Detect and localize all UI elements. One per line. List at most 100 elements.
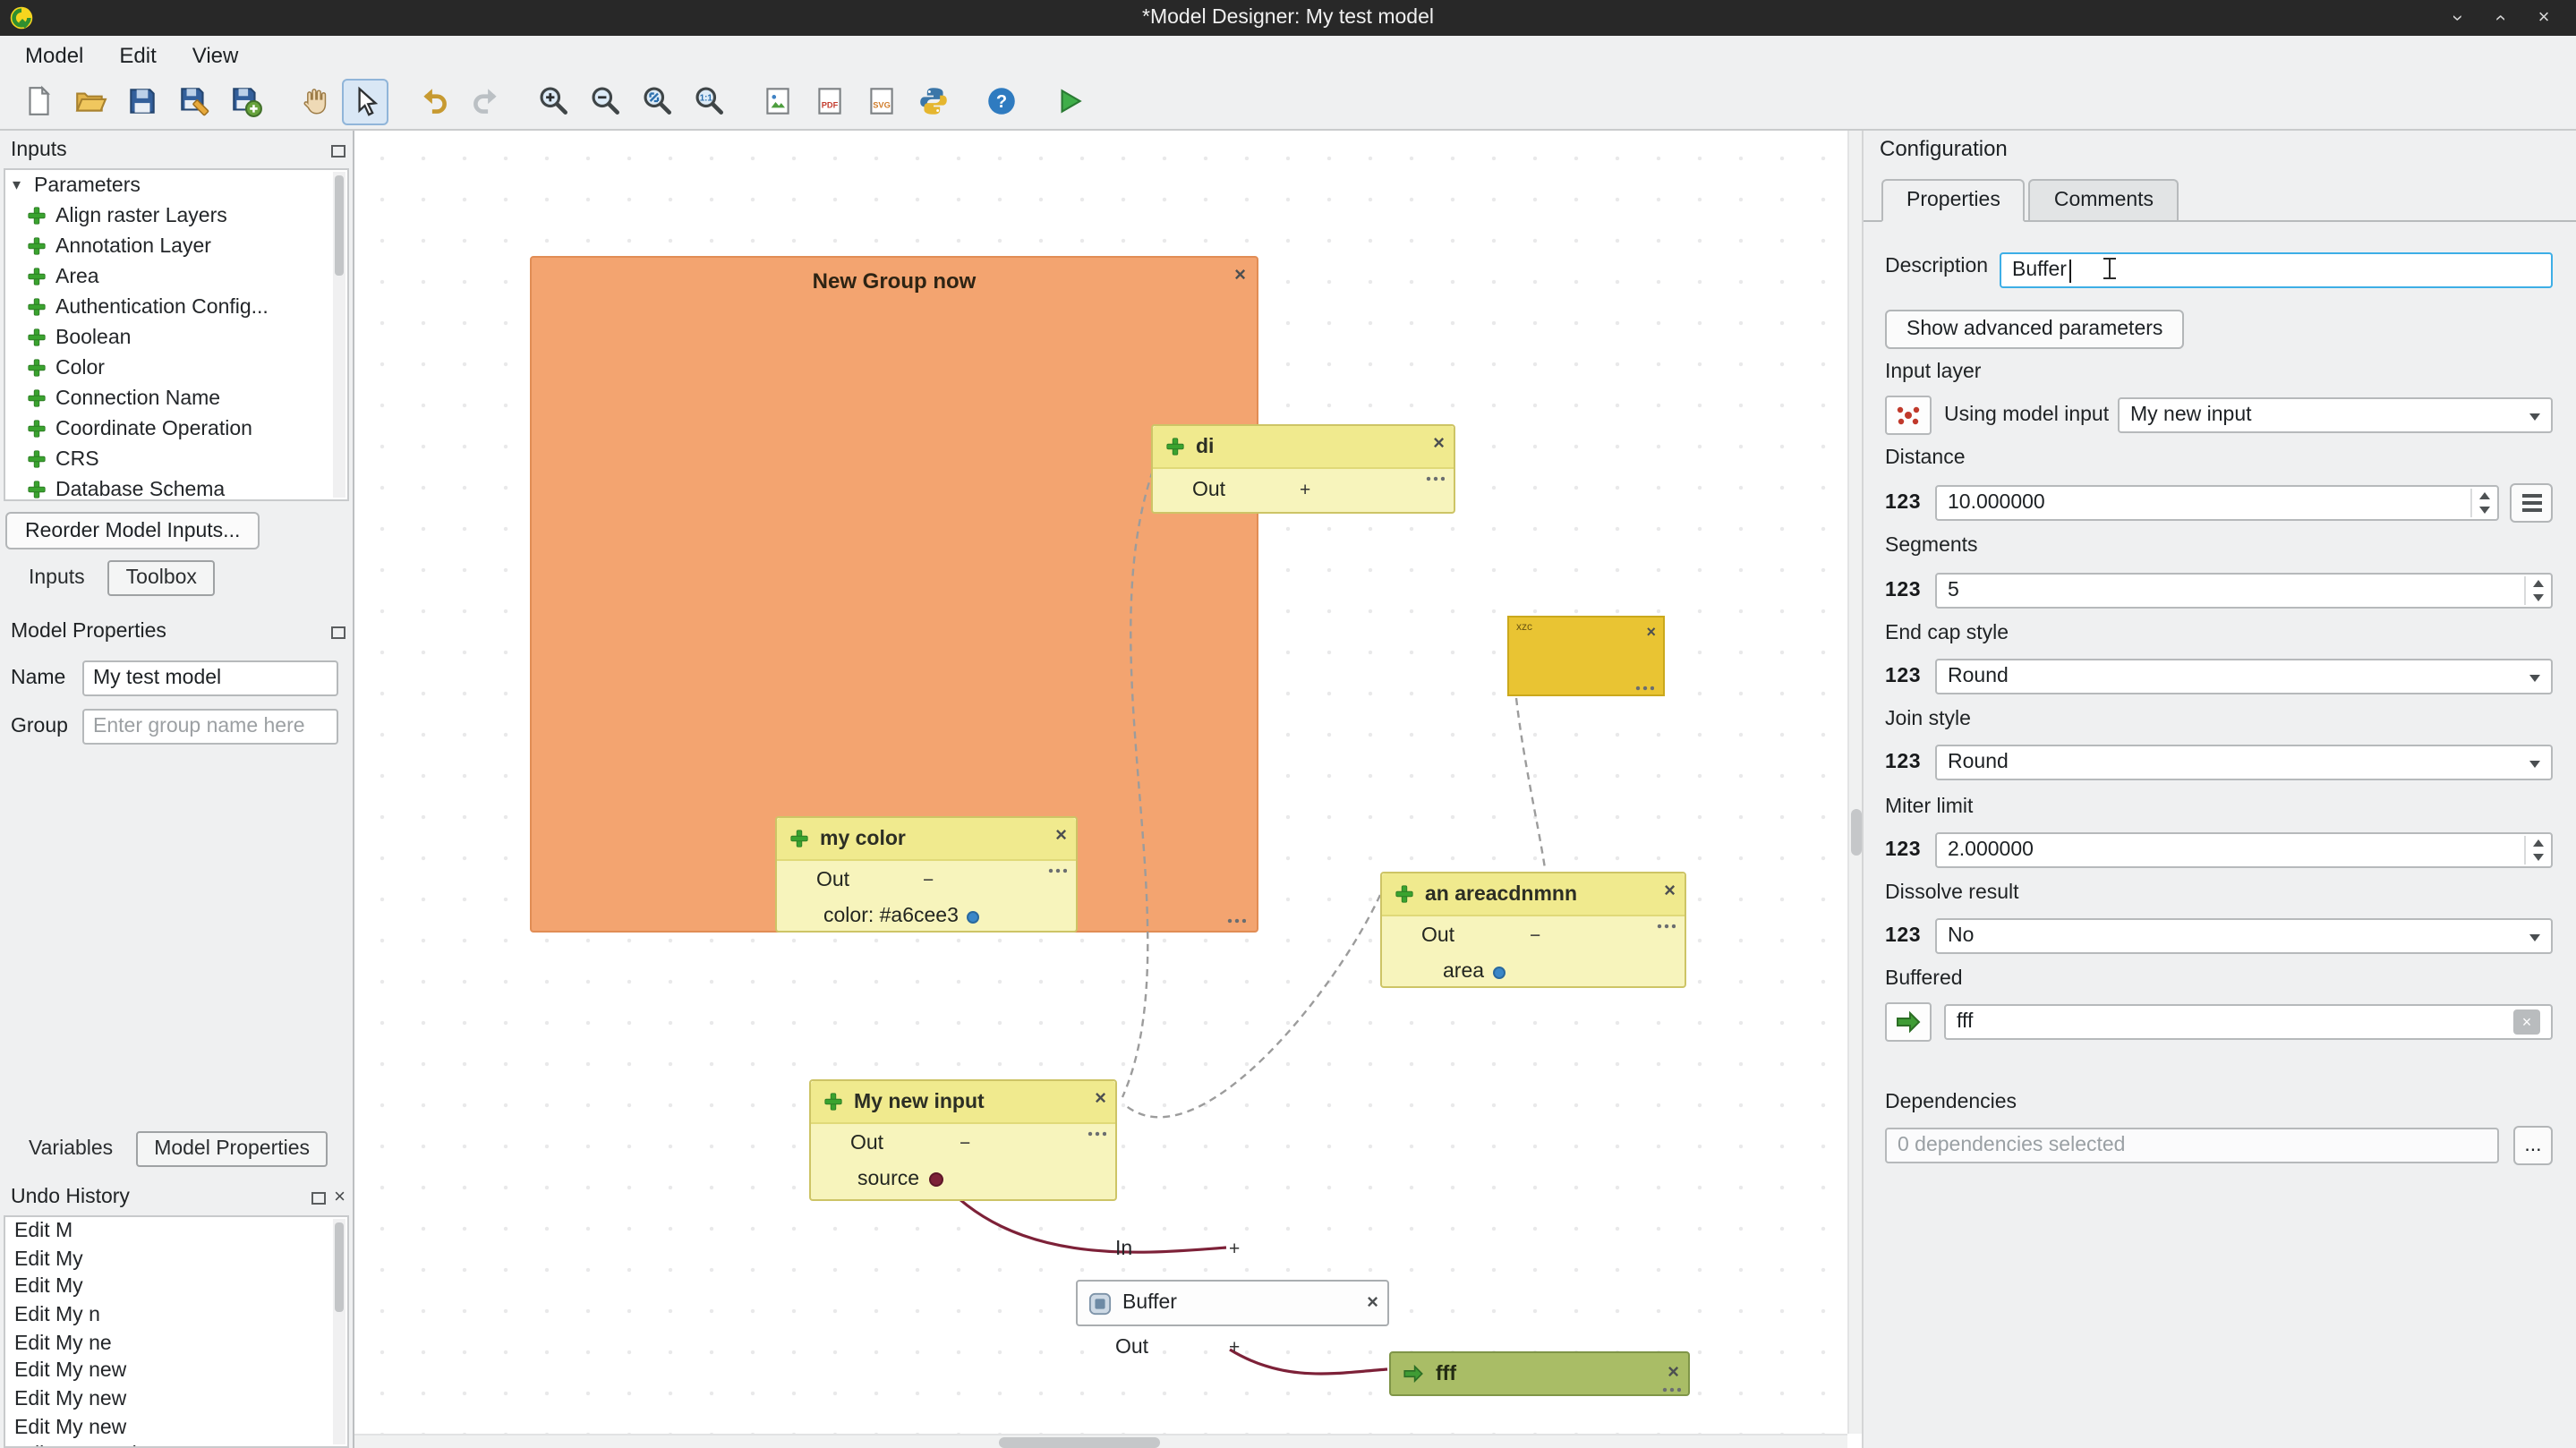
parameter-item[interactable]: Authentication Config... bbox=[5, 292, 347, 322]
output-port-icon[interactable] bbox=[968, 910, 980, 923]
parameter-item[interactable]: Color bbox=[5, 353, 347, 383]
parameter-item[interactable]: Database Schema bbox=[5, 474, 347, 501]
spin-down-icon[interactable] bbox=[2478, 507, 2489, 514]
save-model-in-project-button[interactable] bbox=[222, 78, 269, 124]
model-canvas[interactable]: New Group now × xzc × di bbox=[354, 131, 1847, 1434]
zoom-in-button[interactable] bbox=[530, 78, 576, 124]
tab-toolbox[interactable]: Toolbox bbox=[108, 560, 215, 596]
float-panel-icon[interactable] bbox=[331, 144, 345, 157]
undo-item[interactable]: Edit My bbox=[5, 1273, 347, 1301]
tab-variables[interactable]: Variables bbox=[11, 1131, 131, 1167]
new-model-button[interactable] bbox=[14, 78, 61, 124]
remove-node-icon[interactable]: × bbox=[1367, 1294, 1378, 1312]
buffered-output-input[interactable]: fff × bbox=[1944, 1004, 2553, 1040]
input-node-di[interactable]: di Out + × bbox=[1151, 424, 1455, 514]
spin-up-icon[interactable] bbox=[2478, 492, 2489, 499]
resize-handle-icon[interactable] bbox=[1047, 868, 1067, 873]
parameter-item[interactable]: Connection Name bbox=[5, 383, 347, 413]
segments-spinbox[interactable]: 5 bbox=[1935, 573, 2553, 609]
export-pdf-button[interactable]: PDF bbox=[806, 78, 852, 124]
fold-toggle[interactable]: + bbox=[1229, 1337, 1240, 1359]
tab-properties[interactable]: Properties bbox=[1881, 179, 2026, 222]
resize-handle-icon[interactable] bbox=[1087, 1131, 1106, 1137]
join-style-combobox[interactable]: Round bbox=[1935, 745, 2553, 780]
minimize-icon[interactable]: › bbox=[2447, 2, 2469, 34]
parameter-item[interactable]: Annotation Layer bbox=[5, 231, 347, 261]
spin-buttons[interactable] bbox=[2524, 836, 2549, 865]
close-panel-icon[interactable]: × bbox=[334, 1189, 345, 1205]
remove-node-icon[interactable]: × bbox=[1668, 1364, 1679, 1382]
fold-toggle[interactable]: + bbox=[1300, 480, 1310, 501]
resize-handle-icon[interactable] bbox=[1656, 924, 1676, 929]
undo-item[interactable]: Edit M bbox=[5, 1217, 347, 1245]
resize-handle-icon[interactable] bbox=[1226, 918, 1246, 924]
remove-node-icon[interactable]: × bbox=[1664, 882, 1676, 900]
input-node-an-areacdnmnn[interactable]: an areacdnmnn Out − area × bbox=[1380, 872, 1686, 988]
run-model-button[interactable] bbox=[1045, 78, 1092, 124]
remove-node-icon[interactable]: × bbox=[1433, 435, 1445, 453]
description-input[interactable]: Buffer bbox=[2000, 252, 2553, 288]
open-model-button[interactable] bbox=[66, 78, 113, 124]
fold-toggle[interactable]: − bbox=[960, 1133, 970, 1154]
fold-toggle[interactable]: − bbox=[923, 870, 934, 891]
close-icon[interactable]: × bbox=[2533, 2, 2555, 34]
scrollbar-thumb[interactable] bbox=[1851, 809, 1862, 856]
dependencies-field[interactable]: 0 dependencies selected bbox=[1885, 1128, 2499, 1163]
remove-node-icon[interactable]: × bbox=[1095, 1090, 1106, 1108]
tab-model-properties[interactable]: Model Properties bbox=[136, 1131, 328, 1167]
spin-buttons[interactable] bbox=[2524, 576, 2549, 605]
remove-node-icon[interactable]: × bbox=[1055, 827, 1067, 845]
undo-item[interactable]: Edit My new bbox=[5, 1358, 347, 1385]
undo-item[interactable]: Edit My ne bbox=[5, 1330, 347, 1358]
parameter-item[interactable]: Boolean bbox=[5, 322, 347, 353]
zoom-out-button[interactable] bbox=[582, 78, 628, 124]
scrollbar-thumb[interactable] bbox=[335, 175, 344, 276]
input-node-my-new-input[interactable]: My new input Out − source × bbox=[809, 1079, 1117, 1201]
remove-comment-icon[interactable]: × bbox=[1646, 623, 1656, 641]
float-panel-icon[interactable] bbox=[311, 1191, 325, 1204]
export-image-button[interactable] bbox=[754, 78, 800, 124]
undo-item[interactable]: Edit My n bbox=[5, 1301, 347, 1329]
input-layer-combobox[interactable]: My new input bbox=[2118, 397, 2553, 433]
end-cap-style-combobox[interactable]: Round bbox=[1935, 659, 2553, 694]
node-output-socket[interactable]: area bbox=[1382, 956, 1685, 988]
undo-item[interactable]: Edit My new bbox=[5, 1414, 347, 1442]
spin-down-icon[interactable] bbox=[2532, 594, 2543, 601]
undo-item[interactable]: Edit My bbox=[5, 1245, 347, 1273]
undo-item[interactable]: Edit My new bbox=[5, 1385, 347, 1413]
remove-group-icon[interactable]: × bbox=[1234, 267, 1246, 285]
menu-edit[interactable]: Edit bbox=[101, 38, 174, 71]
dependencies-more-button[interactable]: ... bbox=[2513, 1126, 2553, 1165]
spin-buttons[interactable] bbox=[2470, 489, 2495, 517]
show-advanced-parameters-button[interactable]: Show advanced parameters bbox=[1885, 310, 2184, 349]
resize-handle-icon[interactable] bbox=[1425, 476, 1445, 481]
data-defined-override-button[interactable] bbox=[2510, 483, 2553, 523]
miter-limit-spinbox[interactable]: 2.000000 bbox=[1935, 832, 2553, 868]
pan-tool-button[interactable] bbox=[290, 78, 337, 124]
resize-handle-icon[interactable] bbox=[1661, 1387, 1681, 1393]
distance-spinbox[interactable]: 10.000000 bbox=[1935, 485, 2499, 521]
output-port-icon[interactable] bbox=[928, 1172, 943, 1187]
scrollbar-thumb[interactable] bbox=[999, 1437, 1160, 1448]
float-panel-icon[interactable] bbox=[331, 626, 345, 638]
model-group-input[interactable] bbox=[82, 709, 338, 745]
spin-up-icon[interactable] bbox=[2532, 839, 2543, 847]
collapse-arrow-icon[interactable]: ▾ bbox=[13, 175, 21, 195]
node-output-socket[interactable]: source bbox=[811, 1163, 1115, 1196]
undo-item[interactable]: Edit My new i bbox=[5, 1442, 347, 1448]
clear-field-icon[interactable]: × bbox=[2513, 1009, 2540, 1035]
menu-model[interactable]: Model bbox=[7, 38, 101, 71]
parameter-item[interactable]: Align raster Layers bbox=[5, 200, 347, 231]
menu-view[interactable]: View bbox=[175, 38, 257, 71]
spin-up-icon[interactable] bbox=[2532, 580, 2543, 587]
parameter-item[interactable]: CRS bbox=[5, 444, 347, 474]
algorithm-node-buffer[interactable]: In + Buffer × Out + bbox=[1076, 1226, 1389, 1373]
undo-button[interactable] bbox=[410, 78, 456, 124]
save-model-button[interactable] bbox=[118, 78, 165, 124]
maximize-icon[interactable]: › bbox=[2490, 2, 2512, 34]
reorder-model-inputs-button[interactable]: Reorder Model Inputs... bbox=[5, 512, 260, 549]
output-node-fff[interactable]: fff × bbox=[1389, 1351, 1690, 1396]
fold-toggle[interactable]: − bbox=[1530, 925, 1540, 947]
dissolve-result-combobox[interactable]: No bbox=[1935, 918, 2553, 954]
parameter-item[interactable]: Coordinate Operation bbox=[5, 413, 347, 444]
